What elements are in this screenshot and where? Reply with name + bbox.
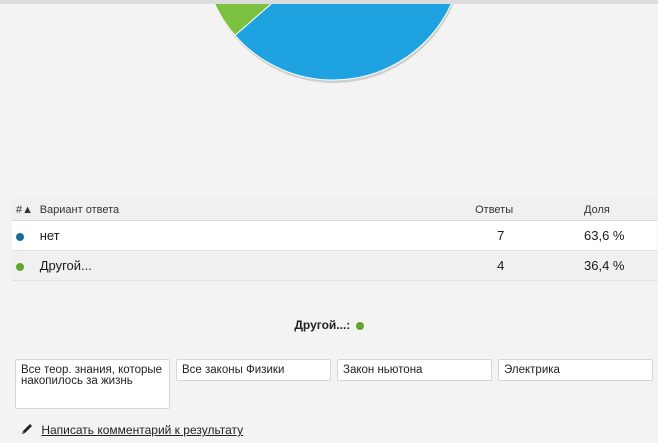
response-box: Закон ньютона: [337, 359, 492, 381]
option-label: нет: [39, 220, 476, 251]
header-number[interactable]: #▲: [12, 199, 40, 221]
series-dot-icon: [16, 232, 24, 241]
response-box: Электрика: [498, 359, 653, 381]
pencil-icon: [22, 424, 32, 434]
response-box: Все теор. знания, которые накопилось за …: [15, 359, 170, 409]
answer-count: 7: [475, 220, 585, 251]
comment-link-text[interactable]: Написать комментарий к результату: [41, 423, 243, 437]
response-box: Все законы Физики: [176, 359, 331, 381]
table-row: нет 7 63,6 %: [12, 220, 657, 251]
answer-share: 36,4 %: [584, 250, 657, 281]
header-option[interactable]: Вариант ответа: [39, 199, 476, 221]
results-table: #▲ Вариант ответа Ответы Доля нет 7 63,6…: [12, 199, 657, 281]
option-label: Другой...: [39, 250, 476, 281]
pie-slice[interactable]: [234, 4, 463, 81]
other-responses-title: Другой...:: [0, 318, 658, 332]
table-header-row: #▲ Вариант ответа Ответы Доля: [12, 199, 657, 221]
series-dot-icon: [16, 262, 24, 271]
header-count[interactable]: Ответы: [475, 199, 585, 221]
pie-chart: 63,6 %: [0, 4, 658, 198]
table-row: Другой... 4 36,4 %: [12, 250, 657, 281]
answer-count: 4: [475, 250, 585, 281]
comment-link[interactable]: Написать комментарий к результату: [20, 422, 243, 437]
answer-share: 63,6 %: [584, 220, 657, 251]
other-dot-icon: [355, 322, 364, 330]
other-title-text: Другой...:: [294, 318, 351, 332]
header-share[interactable]: Доля: [584, 199, 657, 221]
pie-chart-svg: 63,6 %: [214, 4, 463, 83]
